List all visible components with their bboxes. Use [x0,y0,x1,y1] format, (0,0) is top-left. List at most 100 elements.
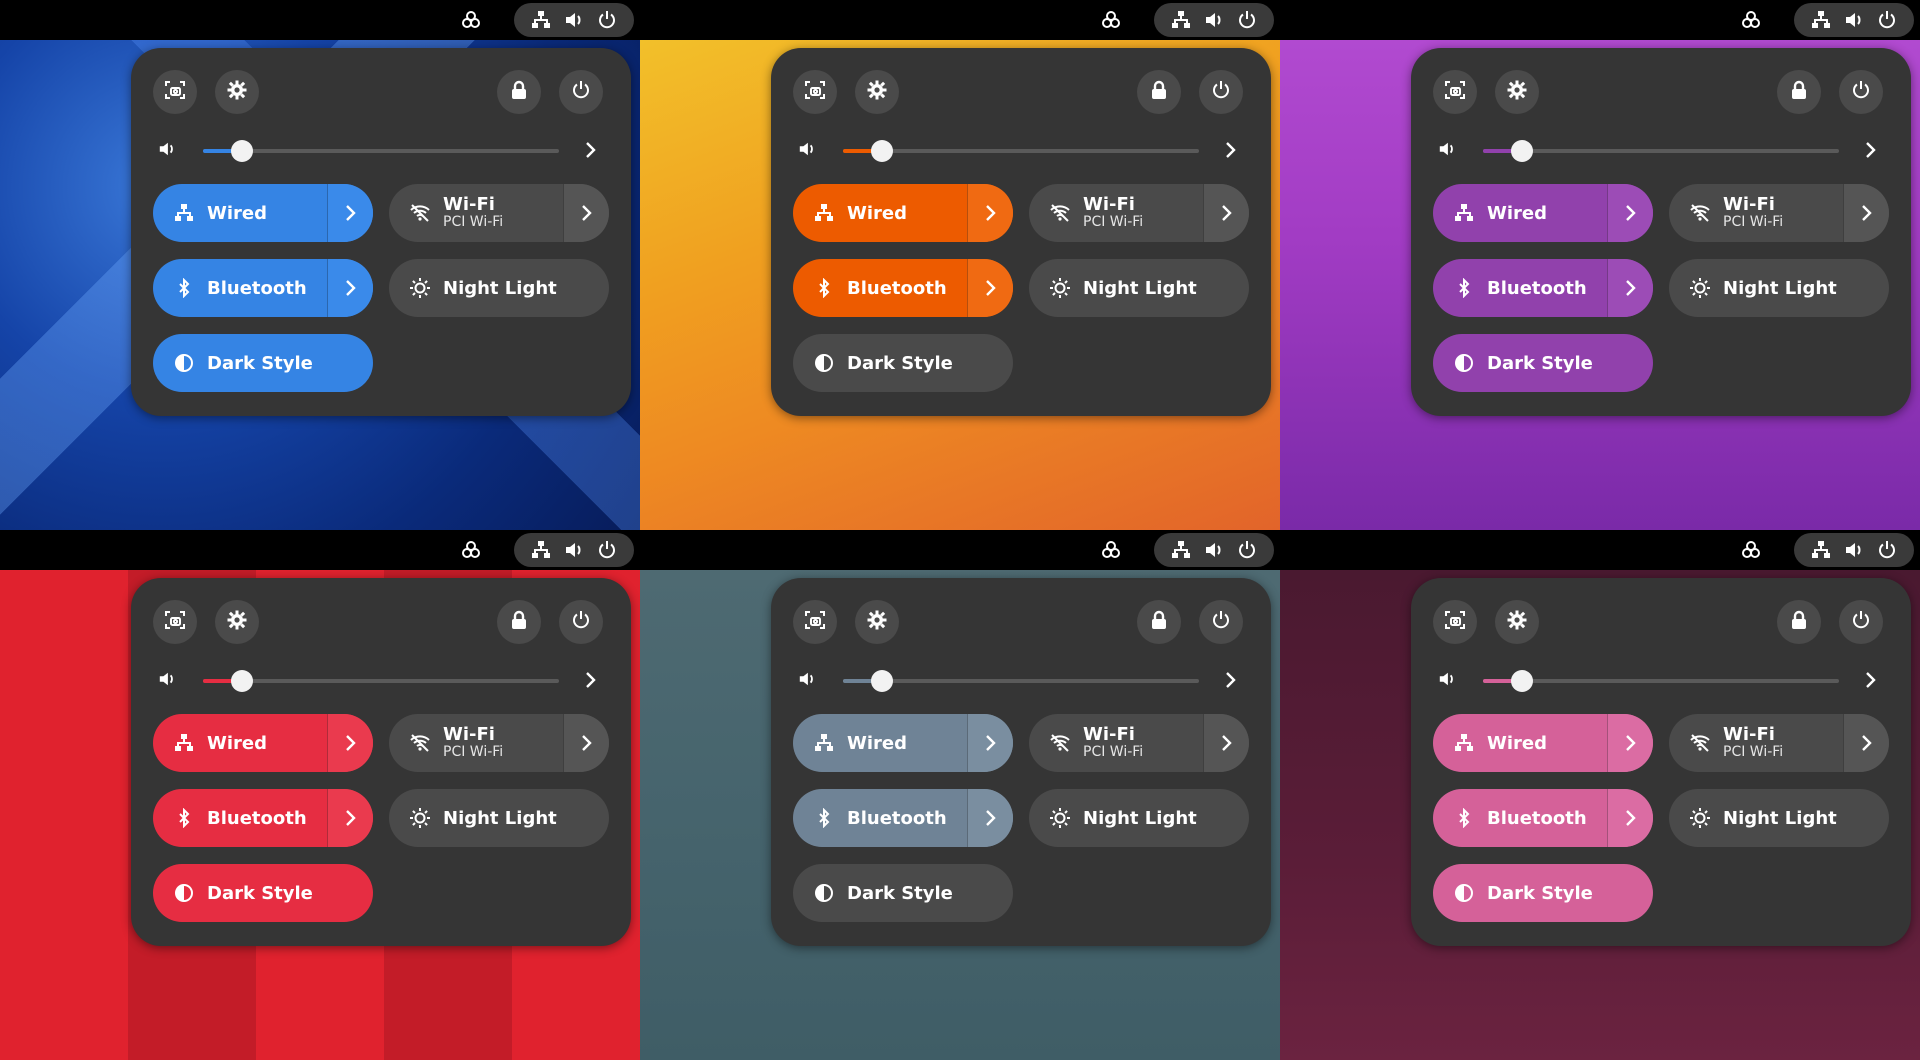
lock-button[interactable] [1777,600,1821,644]
volume-slider[interactable] [843,140,1199,162]
volume-slider[interactable] [843,670,1199,692]
wifi-toggle-main[interactable]: Wi-Fi PCI Wi-Fi [1669,184,1843,242]
system-status-menu[interactable] [1154,3,1274,37]
screenshot-button[interactable] [1433,70,1477,114]
lock-button[interactable] [1137,600,1181,644]
bluetooth-toggle-main[interactable]: Bluetooth [1433,259,1607,317]
night-light-toggle[interactable]: Night Light [389,789,609,847]
wifi-menu-arrow[interactable] [1843,184,1889,242]
volume-menu-arrow[interactable] [580,139,602,161]
bluetooth-menu-arrow[interactable] [327,789,373,847]
bluetooth-toggle[interactable]: Bluetooth [793,259,1013,317]
wired-toggle-main[interactable]: Wired [1433,714,1607,772]
wired-toggle[interactable]: Wired [1433,184,1653,242]
volume-slider-handle[interactable] [231,670,253,692]
bluetooth-toggle[interactable]: Bluetooth [153,259,373,317]
wifi-toggle-main[interactable]: Wi-Fi PCI Wi-Fi [1029,714,1203,772]
bluetooth-toggle-main[interactable]: Bluetooth [1433,789,1607,847]
wifi-toggle[interactable]: Wi-Fi PCI Wi-Fi [1029,184,1249,242]
activities-icon[interactable] [460,539,482,561]
wired-menu-arrow[interactable] [327,714,373,772]
night-light-toggle[interactable]: Night Light [389,259,609,317]
wired-toggle-main[interactable]: Wired [153,184,327,242]
volume-slider-handle[interactable] [871,670,893,692]
system-status-menu[interactable] [1794,3,1914,37]
dark-style-toggle-main[interactable]: Dark Style [153,334,373,392]
bluetooth-toggle-main[interactable]: Bluetooth [153,789,327,847]
wifi-toggle[interactable]: Wi-Fi PCI Wi-Fi [389,714,609,772]
wifi-toggle[interactable]: Wi-Fi PCI Wi-Fi [1029,714,1249,772]
dark-style-toggle-main[interactable]: Dark Style [793,864,1013,922]
lock-button[interactable] [497,70,541,114]
volume-slider[interactable] [1483,670,1839,692]
night-light-toggle[interactable]: Night Light [1669,789,1889,847]
power-off-button[interactable] [1199,600,1243,644]
screenshot-button[interactable] [793,70,837,114]
bluetooth-toggle[interactable]: Bluetooth [793,789,1013,847]
night-light-toggle[interactable]: Night Light [1029,789,1249,847]
volume-slider-handle[interactable] [1511,670,1533,692]
wired-toggle-main[interactable]: Wired [153,714,327,772]
dark-style-toggle[interactable]: Dark Style [153,334,373,392]
lock-button[interactable] [1137,70,1181,114]
dark-style-toggle[interactable]: Dark Style [1433,864,1653,922]
screenshot-button[interactable] [153,70,197,114]
volume-slider[interactable] [1483,140,1839,162]
bluetooth-menu-arrow[interactable] [967,789,1013,847]
wired-toggle[interactable]: Wired [153,714,373,772]
wired-toggle[interactable]: Wired [793,184,1013,242]
wired-toggle[interactable]: Wired [793,714,1013,772]
wifi-menu-arrow[interactable] [1203,184,1249,242]
volume-slider-handle[interactable] [231,140,253,162]
volume-menu-arrow[interactable] [1860,139,1882,161]
wifi-toggle[interactable]: Wi-Fi PCI Wi-Fi [1669,714,1889,772]
wired-menu-arrow[interactable] [1607,184,1653,242]
night-light-toggle-main[interactable]: Night Light [1669,259,1889,317]
dark-style-toggle-main[interactable]: Dark Style [793,334,1013,392]
power-off-button[interactable] [1839,70,1883,114]
night-light-toggle[interactable]: Night Light [1669,259,1889,317]
night-light-toggle-main[interactable]: Night Light [1029,789,1249,847]
power-off-button[interactable] [1199,70,1243,114]
wifi-menu-arrow[interactable] [563,184,609,242]
dark-style-toggle[interactable]: Dark Style [793,334,1013,392]
activities-icon[interactable] [1740,539,1762,561]
bluetooth-menu-arrow[interactable] [967,259,1013,317]
wired-toggle[interactable]: Wired [153,184,373,242]
bluetooth-menu-arrow[interactable] [327,259,373,317]
volume-slider-handle[interactable] [1511,140,1533,162]
volume-slider[interactable] [203,670,559,692]
night-light-toggle-main[interactable]: Night Light [389,259,609,317]
wired-toggle-main[interactable]: Wired [793,184,967,242]
settings-button[interactable] [1495,70,1539,114]
system-status-menu[interactable] [514,533,634,567]
volume-menu-arrow[interactable] [1860,669,1882,691]
system-status-menu[interactable] [1154,533,1274,567]
volume-slider[interactable] [203,140,559,162]
power-off-button[interactable] [1839,600,1883,644]
dark-style-toggle-main[interactable]: Dark Style [153,864,373,922]
wired-menu-arrow[interactable] [1607,714,1653,772]
night-light-toggle-main[interactable]: Night Light [1029,259,1249,317]
power-off-button[interactable] [559,600,603,644]
bluetooth-toggle-main[interactable]: Bluetooth [153,259,327,317]
wired-toggle-main[interactable]: Wired [793,714,967,772]
activities-icon[interactable] [460,9,482,31]
dark-style-toggle[interactable]: Dark Style [1433,334,1653,392]
wifi-toggle-main[interactable]: Wi-Fi PCI Wi-Fi [1029,184,1203,242]
wifi-toggle-main[interactable]: Wi-Fi PCI Wi-Fi [389,184,563,242]
settings-button[interactable] [855,600,899,644]
bluetooth-toggle-main[interactable]: Bluetooth [793,259,967,317]
dark-style-toggle[interactable]: Dark Style [153,864,373,922]
wifi-menu-arrow[interactable] [1843,714,1889,772]
wired-toggle-main[interactable]: Wired [1433,184,1607,242]
bluetooth-toggle-main[interactable]: Bluetooth [793,789,967,847]
volume-menu-arrow[interactable] [1220,669,1242,691]
wired-menu-arrow[interactable] [967,714,1013,772]
volume-slider-handle[interactable] [871,140,893,162]
settings-button[interactable] [215,70,259,114]
activities-icon[interactable] [1100,539,1122,561]
wifi-toggle-main[interactable]: Wi-Fi PCI Wi-Fi [1669,714,1843,772]
bluetooth-toggle[interactable]: Bluetooth [1433,259,1653,317]
volume-menu-arrow[interactable] [580,669,602,691]
